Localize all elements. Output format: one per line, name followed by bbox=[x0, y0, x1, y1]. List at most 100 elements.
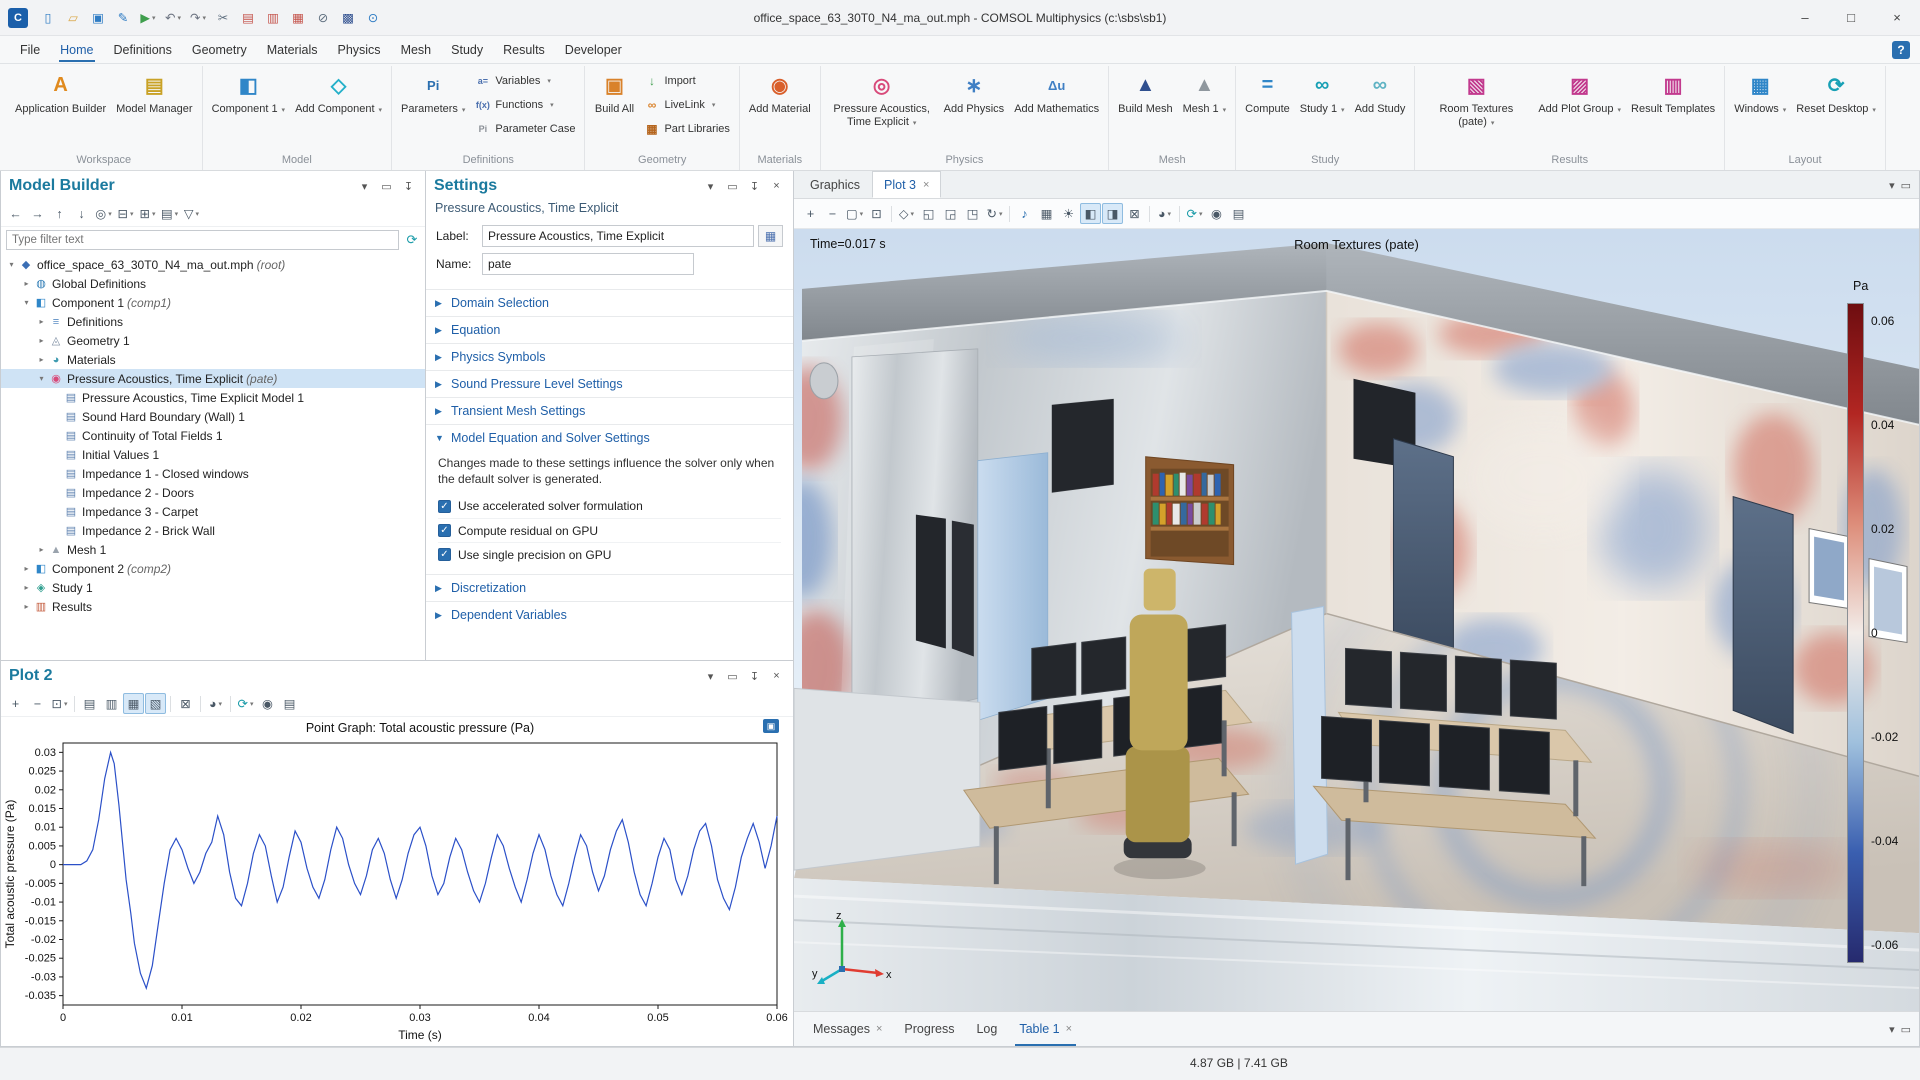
model-manager-quick-icon[interactable]: ▩ bbox=[336, 6, 360, 30]
close-tab-icon[interactable]: × bbox=[923, 179, 929, 191]
close-tab-icon[interactable]: × bbox=[1066, 1023, 1072, 1035]
panel-pin-icon[interactable]: ↧ bbox=[400, 180, 417, 193]
settings-section-physics-symbols[interactable]: ▶ Physics Symbols bbox=[426, 343, 793, 370]
tree-item-impedance-1-closed-windows[interactable]: ▤ Impedance 1 - Closed windows bbox=[1, 464, 425, 483]
tree-item-mesh-1[interactable]: ▸ ▲ Mesh 1 bbox=[1, 540, 425, 559]
panel-menu-icon[interactable]: ▾ bbox=[702, 180, 719, 193]
zoom-out-icon[interactable]: − bbox=[27, 693, 48, 714]
panel-float-icon[interactable]: ▭ bbox=[724, 670, 741, 683]
ribbon-button-reset-desktop[interactable]: ⟳ Reset Desktop ▾ bbox=[1792, 66, 1880, 148]
tree-item-impedance-3-carpet[interactable]: ▤ Impedance 3 - Carpet bbox=[1, 502, 425, 521]
tab-plot-3[interactable]: Plot 3 × bbox=[872, 171, 942, 198]
rotate-view-icon[interactable]: ↻ ▾ bbox=[984, 203, 1005, 224]
ribbon-button-study-1[interactable]: ∞ Study 1 ▾ bbox=[1296, 66, 1349, 148]
expand-all-icon[interactable]: ⊞ ▾ bbox=[137, 203, 158, 224]
ribbon-tab-materials[interactable]: Materials bbox=[257, 38, 328, 62]
filter-icon[interactable]: ▽ ▾ bbox=[181, 203, 202, 224]
label-input[interactable] bbox=[482, 225, 754, 247]
collapse-all-icon[interactable]: ⊟ ▾ bbox=[115, 203, 136, 224]
run-icon[interactable]: ▶ ▾ bbox=[136, 6, 160, 30]
ribbon-button-variables[interactable]: a= Variables ▾ bbox=[471, 69, 579, 93]
open-icon[interactable]: ▱ bbox=[61, 6, 85, 30]
ribbon-tab-study[interactable]: Study bbox=[441, 38, 493, 62]
show-options-icon[interactable]: ◎ ▾ bbox=[93, 203, 114, 224]
zoom-in-icon[interactable]: + bbox=[800, 203, 821, 224]
show-grid-icon[interactable]: ▦ bbox=[1036, 203, 1057, 224]
settings-section-sound-pressure-level-settings[interactable]: ▶ Sound Pressure Level Settings bbox=[426, 370, 793, 397]
tree-item-office-space-63-30t0-n4-ma-out-mph[interactable]: ▾ ◆ office_space_63_30T0_N4_ma_out.mph (roo… bbox=[1, 255, 425, 274]
view-yz-icon[interactable]: ◲ bbox=[940, 203, 961, 224]
tree-item-component-1[interactable]: ▾ ◧ Component 1 (comp1) bbox=[1, 293, 425, 312]
tree-item-initial-values-1[interactable]: ▤ Initial Values 1 bbox=[1, 445, 425, 464]
settings-section-model-equation-and-solver-settings[interactable]: ▼ Model Equation and Solver Settings bbox=[426, 424, 793, 451]
ribbon-button-compute[interactable]: = Compute bbox=[1241, 66, 1294, 148]
graphics-canvas[interactable]: Time=0.017 s Room Textures (pate) Pa 0.0… bbox=[794, 229, 1919, 1011]
ribbon-tab-developer[interactable]: Developer bbox=[555, 38, 632, 62]
tree-item-geometry-1[interactable]: ▸ ◬ Geometry 1 bbox=[1, 331, 425, 350]
tree-item-global-definitions[interactable]: ▸ ◍ Global Definitions bbox=[1, 274, 425, 293]
checkbox-compute-residual-on-gpu[interactable]: ✓ bbox=[438, 524, 451, 537]
lock-axes-icon[interactable]: ⊠ bbox=[175, 693, 196, 714]
save-as-icon[interactable]: ✎ bbox=[111, 6, 135, 30]
redo-icon[interactable]: ↷ ▾ bbox=[186, 6, 210, 30]
duplicate-icon[interactable]: ▦ bbox=[286, 6, 310, 30]
refresh-icon[interactable]: ⟳ bbox=[404, 232, 420, 248]
tree-expander-icon[interactable]: ▾ bbox=[5, 260, 18, 269]
ribbon-button-result-templates[interactable]: ▥ Result Templates bbox=[1627, 66, 1719, 148]
tree-expander-icon[interactable]: ▸ bbox=[35, 317, 48, 326]
maximize-button[interactable]: □ bbox=[1828, 0, 1874, 35]
update-plot-icon[interactable]: ⟳ ▾ bbox=[235, 693, 256, 714]
ribbon-button-parameters[interactable]: Pi Parameters ▾ bbox=[397, 66, 469, 148]
tree-expander-icon[interactable]: ▾ bbox=[20, 298, 33, 307]
panel-float-icon[interactable]: ▭ bbox=[724, 180, 741, 193]
cut-icon[interactable]: ✂ bbox=[211, 6, 235, 30]
help-button[interactable]: ? bbox=[1892, 40, 1910, 59]
grid-toggle-icon[interactable]: ▥ bbox=[101, 693, 122, 714]
panel-float-icon[interactable]: ▭ bbox=[1901, 1023, 1911, 1036]
ribbon-button-add-mathematics[interactable]: Δu Add Mathematics bbox=[1010, 66, 1103, 148]
tree-expander-icon[interactable]: ▾ bbox=[35, 374, 48, 383]
view-xy-icon[interactable]: ◱ bbox=[918, 203, 939, 224]
ribbon-button-windows[interactable]: ▦ Windows ▾ bbox=[1730, 66, 1790, 148]
settings-section-domain-selection[interactable]: ▶ Domain Selection bbox=[426, 289, 793, 316]
plot2-body[interactable]: 0 0.01 0.02 0.03 0.04 0.05 0.06 0.03 0.025 0.02 0.… bbox=[1, 717, 793, 1046]
undo-icon[interactable]: ↶ ▾ bbox=[161, 6, 185, 30]
new-file-icon[interactable]: ▯ bbox=[36, 6, 60, 30]
settings-section-transient-mesh-settings[interactable]: ▶ Transient Mesh Settings bbox=[426, 397, 793, 424]
ribbon-tab-results[interactable]: Results bbox=[493, 38, 555, 62]
node-grouping-icon[interactable]: ▤ ▾ bbox=[159, 203, 180, 224]
zoom-in-icon[interactable]: + bbox=[5, 693, 26, 714]
panel-close-icon[interactable]: × bbox=[768, 670, 785, 683]
tree-item-study-1[interactable]: ▸ ◈ Study 1 bbox=[1, 578, 425, 597]
color-theme-icon[interactable]: ◕ ▾ bbox=[1154, 203, 1175, 224]
ribbon-button-build-mesh[interactable]: ▲ Build Mesh bbox=[1114, 66, 1176, 148]
tree-expander-icon[interactable]: ▸ bbox=[20, 602, 33, 611]
panel-pin-icon[interactable]: ↧ bbox=[746, 180, 763, 193]
panel-float-icon[interactable]: ▭ bbox=[378, 180, 395, 193]
tab-log[interactable]: Log bbox=[965, 1012, 1008, 1046]
tree-item-impedance-2-doors[interactable]: ▤ Impedance 2 - Doors bbox=[1, 483, 425, 502]
tree-expander-icon[interactable]: ▸ bbox=[20, 564, 33, 573]
ribbon-button-add-physics[interactable]: ∗ Add Physics bbox=[940, 66, 1009, 148]
settings-section-dependent-variables[interactable]: ▶ Dependent Variables bbox=[426, 601, 793, 628]
panel-menu-icon[interactable]: ▾ bbox=[1889, 179, 1895, 192]
y-axis-log-icon[interactable]: ▧ bbox=[145, 693, 166, 714]
go-to-view-icon[interactable]: ◇ ▾ bbox=[896, 203, 917, 224]
tab-table-1[interactable]: Table 1 × bbox=[1008, 1012, 1083, 1046]
tree-item-materials[interactable]: ▸ ◕ Materials bbox=[1, 350, 425, 369]
ribbon-button-mesh-1[interactable]: ▲ Mesh 1 ▾ bbox=[1179, 66, 1231, 148]
ribbon-tab-home[interactable]: Home bbox=[50, 38, 103, 62]
ribbon-button-component-1[interactable]: ◧ Component 1 ▾ bbox=[208, 66, 290, 148]
transparency-icon[interactable]: ◧ bbox=[1080, 203, 1101, 224]
print-icon[interactable]: ▤ bbox=[1228, 203, 1249, 224]
ribbon-tab-geometry[interactable]: Geometry bbox=[182, 38, 257, 62]
ribbon-button-livelink[interactable]: ∞ LiveLink ▾ bbox=[640, 93, 733, 117]
axis-limits-icon[interactable]: ▤ bbox=[79, 693, 100, 714]
nav-forward-icon[interactable]: → bbox=[27, 203, 48, 224]
tree-expander-icon[interactable]: ▸ bbox=[20, 279, 33, 288]
snapshot-icon[interactable]: ◉ bbox=[257, 693, 278, 714]
ribbon-button-pressure-acoustics-time-explicit[interactable]: ◎ Pressure Acoustics, Time Explicit ▾ bbox=[826, 66, 938, 148]
settings-section-discretization[interactable]: ▶ Discretization bbox=[426, 574, 793, 601]
tree-filter-input[interactable] bbox=[6, 230, 399, 250]
comsol-app-icon[interactable]: C bbox=[8, 7, 28, 28]
